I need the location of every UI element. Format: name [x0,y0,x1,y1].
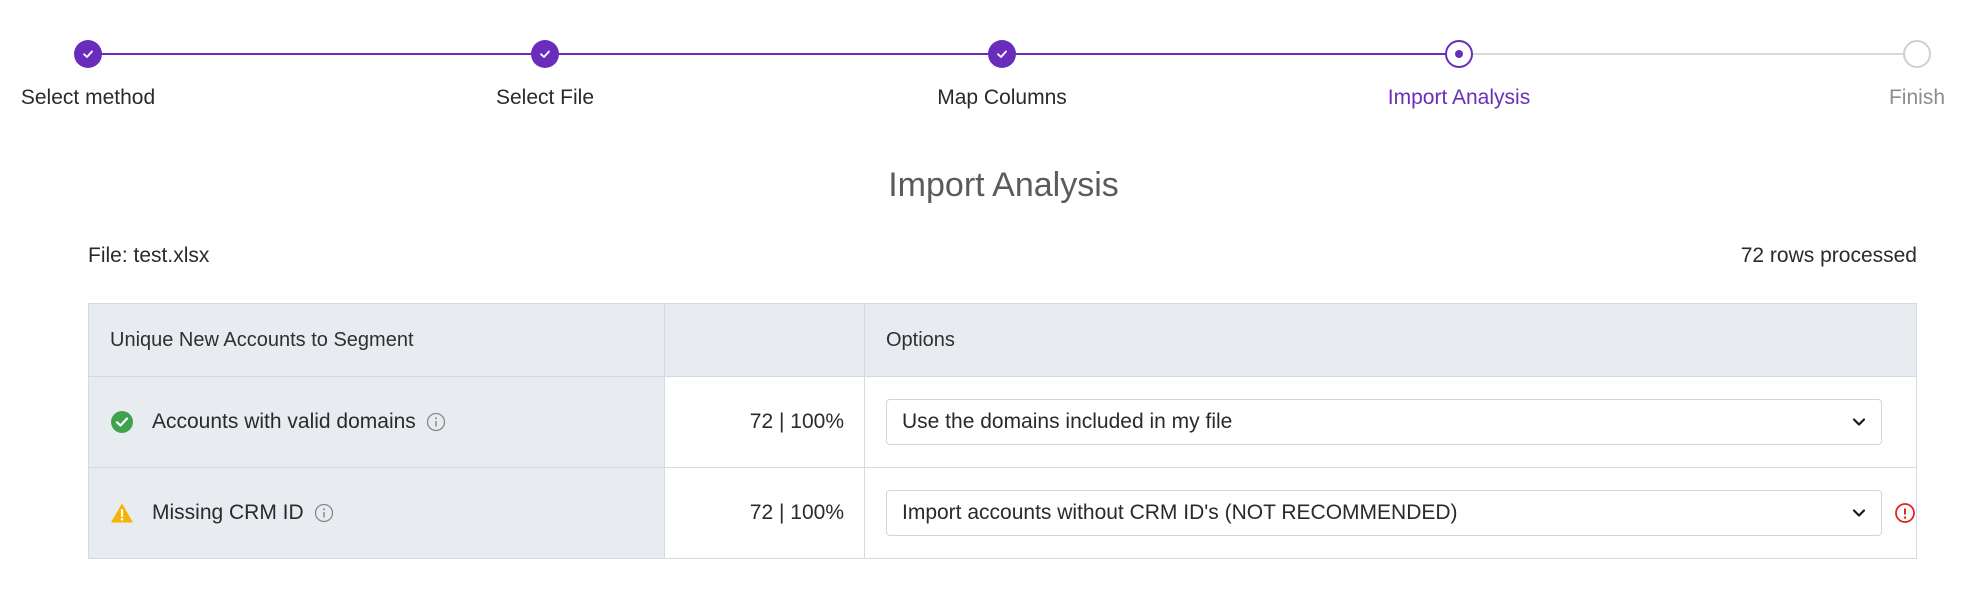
rows-processed-count: 72 rows processed [1740,244,1917,267]
crm-id-option-select[interactable]: Import accounts without CRM ID's (NOT RE… [886,490,1882,536]
page-title: Import Analysis [888,166,1119,204]
row-count: 72 | 100% [663,376,866,468]
step-4-label: Import Analysis [1387,86,1531,109]
chevron-down-icon [1852,509,1866,517]
table-header-row: Unique New Accounts to Segment Options [88,303,1917,377]
row-count: 72 | 100% [663,467,866,559]
info-icon[interactable] [426,412,446,432]
chevron-down-icon [1852,418,1866,426]
alert-info-icon[interactable] [1894,502,1916,524]
domain-option-select[interactable]: Use the domains included in my file [886,399,1882,445]
stepper-track-remaining [1459,53,1917,55]
info-icon[interactable] [314,503,334,523]
table-row: Accounts with valid domains 72 | 100% Us… [88,376,1917,468]
import-stepper: Select method Select File Map Columns Im… [0,0,1971,140]
select-value: Use the domains included in my file [902,410,1233,433]
step-3-check-icon [988,40,1016,68]
step-1-check-icon [74,40,102,68]
warning-triangle-icon [110,501,134,525]
row-label: Accounts with valid domains [152,410,416,433]
step-5-label: Finish [1888,86,1946,109]
header-options: Options [864,303,1917,377]
step-4-current-icon [1445,40,1473,68]
step-5-pending-icon [1903,40,1931,68]
step-1-label: Select method [20,86,156,109]
stepper-track-complete [88,53,1459,55]
import-analysis-table: Unique New Accounts to Segment Options A… [88,303,1917,559]
header-accounts: Unique New Accounts to Segment [88,303,665,377]
file-name: File: test.xlsx [88,244,210,267]
header-count [663,303,866,377]
step-3-label: Map Columns [937,86,1067,109]
row-label: Missing CRM ID [152,501,304,524]
step-2-label: Select File [495,86,595,109]
table-row: Missing CRM ID 72 | 100% Import accounts… [88,467,1917,559]
select-value: Import accounts without CRM ID's (NOT RE… [902,501,1458,524]
step-2-check-icon [531,40,559,68]
check-circle-icon [110,410,134,434]
